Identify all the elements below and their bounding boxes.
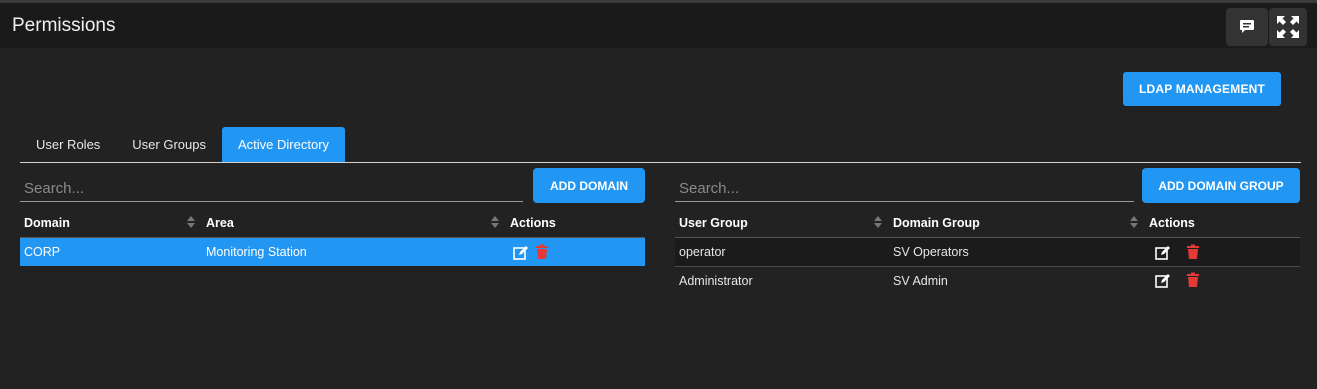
fullscreen-icon bbox=[1277, 16, 1299, 38]
column-header-area[interactable]: Area bbox=[202, 208, 234, 236]
edit-icon[interactable] bbox=[1155, 245, 1171, 261]
cell-domain: CORP bbox=[24, 245, 61, 259]
table-row[interactable]: Administrator SV Admin bbox=[675, 267, 1300, 295]
ldap-management-button[interactable]: LDAP MANAGEMENT bbox=[1123, 72, 1281, 106]
fullscreen-button[interactable] bbox=[1269, 8, 1307, 46]
domain-group-search-input[interactable]: Search... bbox=[675, 170, 1134, 202]
delete-icon[interactable] bbox=[1185, 272, 1201, 288]
cell-user-group: Administrator bbox=[679, 274, 753, 288]
add-domain-group-button[interactable]: ADD DOMAIN GROUP bbox=[1142, 168, 1300, 203]
table-row[interactable]: operator SV Operators bbox=[675, 238, 1300, 266]
tab-user-roles[interactable]: User Roles bbox=[20, 127, 116, 162]
cell-domain-group: SV Operators bbox=[893, 245, 969, 259]
column-header-domain[interactable]: Domain bbox=[20, 208, 70, 236]
cell-user-group: operator bbox=[679, 245, 726, 259]
sort-icon[interactable] bbox=[187, 216, 195, 230]
sort-icon[interactable] bbox=[874, 216, 882, 230]
delete-icon[interactable] bbox=[534, 244, 550, 260]
column-header-user-group[interactable]: User Group bbox=[675, 208, 748, 236]
delete-icon[interactable] bbox=[1185, 244, 1201, 260]
comment-button[interactable] bbox=[1226, 8, 1268, 46]
edit-icon[interactable] bbox=[1155, 273, 1171, 289]
chat-icon bbox=[1240, 20, 1254, 33]
cell-domain-group: SV Admin bbox=[893, 274, 948, 288]
page-title: Permissions bbox=[12, 15, 116, 36]
edit-icon[interactable] bbox=[513, 245, 529, 261]
add-domain-button[interactable]: ADD DOMAIN bbox=[533, 168, 645, 203]
tab-user-groups[interactable]: User Groups bbox=[116, 127, 222, 162]
tab-bar: User Roles User Groups Active Directory bbox=[20, 127, 346, 163]
cell-area: Monitoring Station bbox=[206, 245, 307, 259]
domain-search-input[interactable]: Search... bbox=[20, 170, 523, 202]
column-header-actions: Actions bbox=[510, 216, 556, 230]
sort-icon[interactable] bbox=[491, 216, 499, 230]
title-bar: Permissions bbox=[0, 3, 1317, 48]
sort-icon[interactable] bbox=[1130, 216, 1138, 230]
tab-divider bbox=[20, 162, 1301, 163]
table-row[interactable]: CORP Monitoring Station bbox=[20, 238, 645, 266]
tab-active-directory[interactable]: Active Directory bbox=[222, 127, 346, 162]
column-header-domain-group[interactable]: Domain Group bbox=[889, 208, 980, 236]
column-header-actions: Actions bbox=[1149, 216, 1195, 230]
